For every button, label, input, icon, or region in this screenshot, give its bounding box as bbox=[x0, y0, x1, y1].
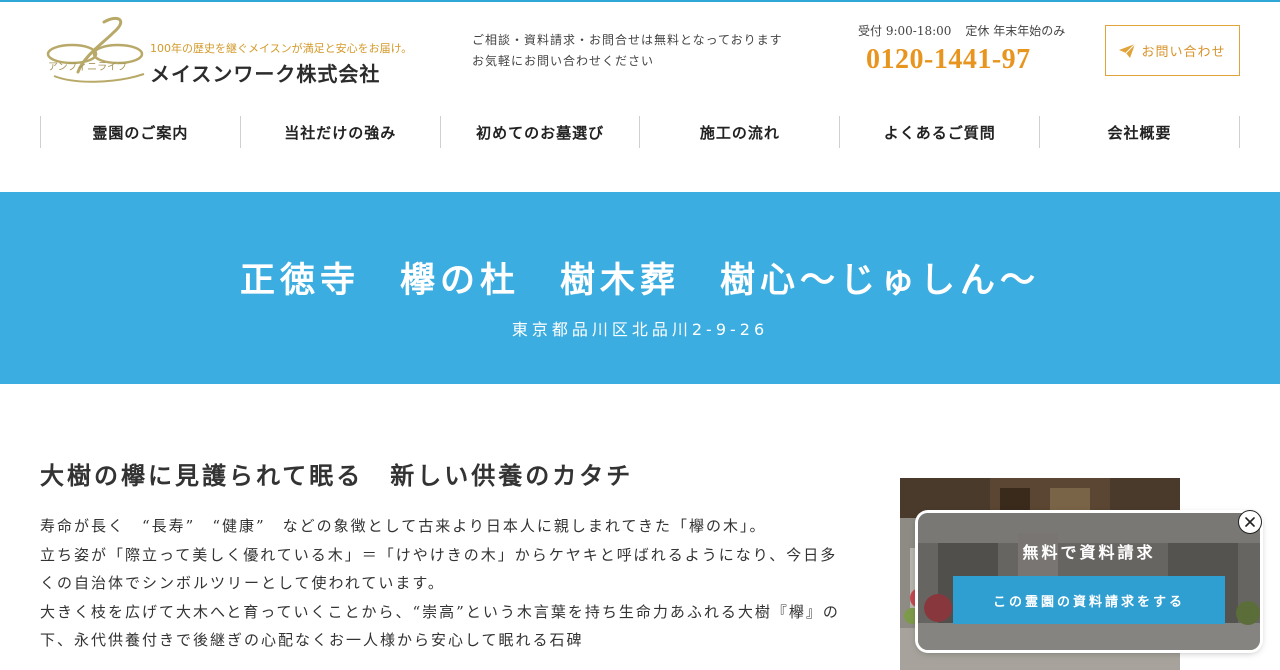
consultation-note: ご相談・資料請求・お問合せは無料となっております お気軽にお問い合わせください bbox=[472, 30, 783, 72]
cemetery-address: 東京都品川区北品川2-9-26 bbox=[511, 320, 769, 339]
nav-item-label: 霊園のご案内 bbox=[92, 123, 189, 142]
paper-plane-icon bbox=[1119, 43, 1136, 58]
nav-item-strengths[interactable]: 当社だけの強み bbox=[241, 116, 441, 148]
nav-item-cemetery-guide[interactable]: 霊園のご案内 bbox=[41, 116, 241, 148]
nav-item-label: 施工の流れ bbox=[699, 123, 780, 142]
contact-button-label: お問い合わせ bbox=[1141, 45, 1226, 60]
business-hours: 受付 9:00-18:00 定休 年末年始のみ bbox=[858, 22, 1065, 39]
intro-text: 寿命が長く “長寿” “健康” などの象徴として古来より日本人に親しまれてきた「… bbox=[40, 512, 840, 655]
nav-item-label: 初めてのお墓選び bbox=[476, 123, 605, 142]
hero-banner: 正徳寺 欅の杜 樹木葬 樹心〜じゅしん〜 東京都品川区北品川2-9-26 bbox=[0, 192, 1280, 384]
nav-item-construction-flow[interactable]: 施工の流れ bbox=[640, 116, 841, 148]
nav-item-label: よくあるご質問 bbox=[883, 123, 996, 142]
nav-item-first-grave[interactable]: 初めてのお墓選び bbox=[441, 116, 641, 148]
company-name: メイスンワーク株式会社 bbox=[150, 62, 381, 86]
brochure-request-banner[interactable]: 無料で資料請求 この霊園の資料請求をする bbox=[918, 513, 1260, 650]
close-banner-button[interactable] bbox=[1238, 510, 1262, 534]
page-title: 正徳寺 欅の杜 樹木葬 樹心〜じゅしん〜 bbox=[239, 260, 1040, 301]
main-navigation: 霊園のご案内 当社だけの強み 初めてのお墓選び 施工の流れ よくあるご質問 会社… bbox=[40, 116, 1240, 148]
paragraph: 立ち姿が「際立って美しく優れている木」＝「けやけきの木」からケヤキと呼ばれるよう… bbox=[40, 545, 838, 593]
top-accent-line bbox=[0, 0, 1280, 2]
logo-tagline: 100年の歴史を継ぐメイスンが満足と安心をお届け。 bbox=[150, 42, 413, 55]
contact-button[interactable]: お問い合わせ bbox=[1105, 25, 1240, 76]
banner-title: 無料で資料請求 bbox=[1022, 543, 1156, 562]
consultation-line-1: ご相談・資料請求・お問合せは無料となっております bbox=[472, 33, 783, 47]
consultation-line-2: お気軽にお問い合わせください bbox=[472, 54, 655, 68]
infinity-logo-icon: アンフィニライフ bbox=[46, 16, 145, 83]
reception-hours: 受付 9:00-18:00 bbox=[858, 24, 952, 38]
nav-item-company[interactable]: 会社概要 bbox=[1040, 116, 1240, 148]
nav-item-faq[interactable]: よくあるご質問 bbox=[840, 116, 1041, 148]
company-logo[interactable]: アンフィニライフ 100年の歴史を継ぐメイスンが満足と安心をお届け。 メイスンワ… bbox=[44, 14, 424, 90]
nav-item-label: 会社概要 bbox=[1107, 123, 1172, 142]
logo-script-text: アンフィニライフ bbox=[48, 61, 127, 73]
closed-days: 定休 年末年始のみ bbox=[965, 24, 1066, 38]
section-heading: 大樹の欅に見護られて眠る 新しい供養のカタチ bbox=[40, 461, 634, 490]
paragraph: 寿命が長く “長寿” “健康” などの象徴として古来より日本人に親しまれてきた「… bbox=[40, 517, 767, 535]
nav-item-label: 当社だけの強み bbox=[284, 123, 397, 142]
phone-number[interactable]: 0120-1441-97 bbox=[866, 44, 1031, 76]
close-icon bbox=[1245, 517, 1255, 527]
paragraph: 大きく枝を広げて大木へと育っていくことから、“崇高”という木言葉を持ち生命力あふ… bbox=[40, 602, 840, 650]
brochure-request-button[interactable]: この霊園の資料請求をする bbox=[953, 576, 1225, 624]
